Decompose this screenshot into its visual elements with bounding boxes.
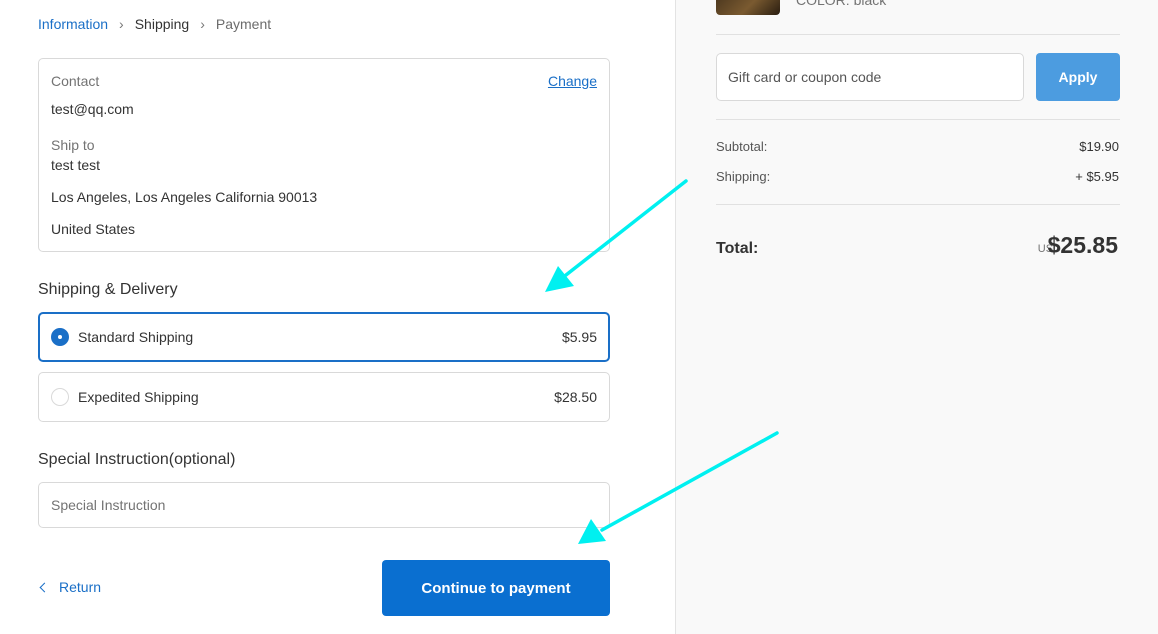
shipping-cost-label: Shipping: <box>716 169 771 184</box>
ship-to-country: United States <box>51 221 136 237</box>
divider <box>716 34 1120 35</box>
apply-coupon-button[interactable]: Apply <box>1036 53 1120 101</box>
radio-unselected-icon[interactable] <box>51 388 69 406</box>
chevron-right-icon: › <box>119 16 124 32</box>
contact-shipping-summary-box: Contact Change test@qq.com Ship to test … <box>38 58 610 252</box>
total-value: $25.85 <box>1047 232 1118 258</box>
radio-selected-icon[interactable] <box>51 328 69 346</box>
total-label: Total: <box>716 240 759 257</box>
breadcrumb-payment: Payment <box>215 16 272 32</box>
divider <box>716 204 1120 205</box>
contact-label: Contact <box>51 73 100 89</box>
subtotal-label: Subtotal: <box>716 139 768 154</box>
breadcrumb: Information › Shipping › Payment <box>38 16 271 32</box>
shipping-option-price: $28.50 <box>554 389 597 405</box>
ship-to-address: Los Angeles, Los Angeles California 9001… <box>51 189 318 205</box>
shipping-option-label: Expedited Shipping <box>78 389 199 405</box>
special-instruction-input[interactable] <box>38 482 610 528</box>
ship-to-label: Ship to <box>51 137 95 153</box>
ship-to-name: test test <box>51 157 101 173</box>
shipping-option-label: Standard Shipping <box>78 329 194 345</box>
contact-email: test@qq.com <box>51 101 134 117</box>
shipping-option-expedited[interactable]: Expedited Shipping $28.50 <box>38 372 610 422</box>
return-label: Return <box>59 579 102 595</box>
breadcrumb-shipping: Shipping <box>134 16 190 32</box>
continue-to-payment-button[interactable]: Continue to payment <box>382 560 610 616</box>
divider <box>716 119 1120 120</box>
checkout-main-column: Information › Shipping › Payment Contact… <box>0 0 675 634</box>
coupon-code-input[interactable] <box>716 53 1024 101</box>
chevron-left-icon <box>39 582 50 592</box>
shipping-delivery-heading: Shipping & Delivery <box>38 281 178 298</box>
shipping-option-standard[interactable]: Standard Shipping $5.95 <box>38 312 610 362</box>
order-summary-column: COLOR: black Apply Subtotal: $19.90 Ship… <box>675 0 1158 634</box>
return-link[interactable]: Return <box>38 579 101 595</box>
subtotal-value: $19.90 <box>1079 139 1119 154</box>
product-color: COLOR: black <box>796 0 887 8</box>
chevron-right-icon: › <box>200 16 205 32</box>
shipping-cost-value: + $5.95 <box>1075 169 1119 184</box>
change-contact-link[interactable]: Change <box>548 73 597 89</box>
special-instruction-heading: Special Instruction(optional) <box>38 451 236 468</box>
breadcrumb-information-link[interactable]: Information <box>38 16 108 32</box>
shipping-option-price: $5.95 <box>561 329 597 345</box>
product-thumbnail <box>716 0 780 15</box>
